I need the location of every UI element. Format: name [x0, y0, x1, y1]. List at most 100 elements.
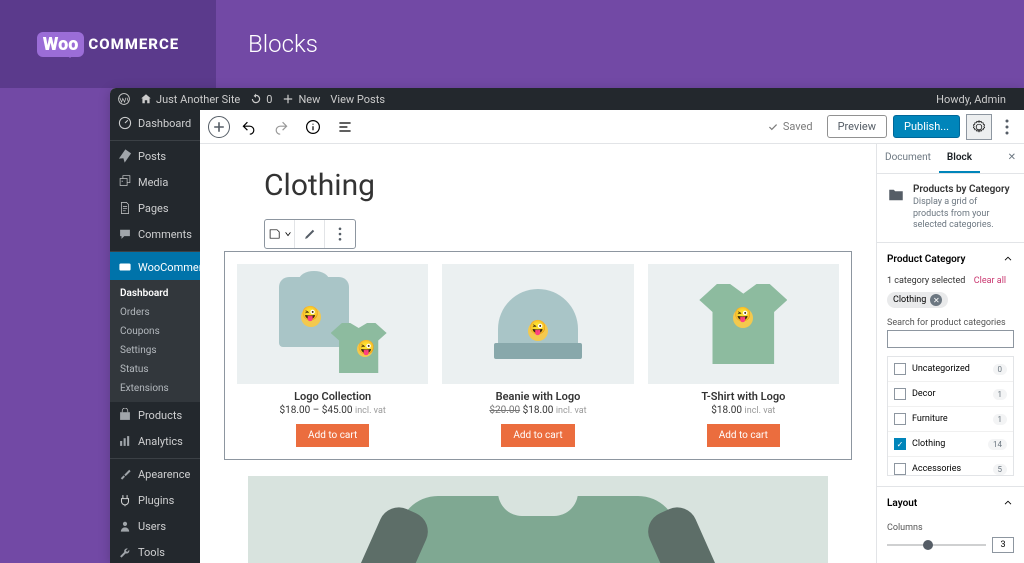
category-search-input[interactable] [887, 330, 1014, 348]
saved-status: Saved [767, 120, 813, 133]
banner-title: Blocks [216, 30, 318, 58]
checkbox[interactable] [894, 438, 906, 450]
publish-button[interactable]: Publish... [893, 115, 960, 138]
sidebar-item-tools[interactable]: Tools [110, 539, 200, 563]
folder-icon [887, 186, 905, 204]
checkbox[interactable] [894, 413, 906, 425]
editor: Saved Preview Publish... Clothing [200, 110, 1024, 563]
sidebar-label: Posts [138, 150, 166, 163]
sidebar-item-appearance[interactable]: Apearence [110, 458, 200, 487]
product-image [648, 264, 839, 384]
woo-commerce-text: COMMERCE [88, 35, 179, 53]
undo-button[interactable] [236, 114, 262, 140]
app-body: Dashboard Posts Media Pages Comments Woo… [110, 110, 1024, 563]
selected-chip: Clothing✕ [887, 292, 948, 308]
category-item[interactable]: Decor1 [888, 382, 1013, 407]
sub-item-settings[interactable]: Settings [110, 341, 200, 360]
sidebar-item-comments[interactable]: Comments [110, 221, 200, 247]
howdy-link[interactable]: Howdy, Admin [936, 93, 1006, 106]
sidebar-item-users[interactable]: Users [110, 513, 200, 539]
new-link[interactable]: New [282, 93, 320, 106]
admin-bar: Just Another Site 0 New View Posts Howdy… [110, 88, 1024, 110]
sidebar-item-dashboard[interactable]: Dashboard [110, 110, 200, 136]
columns-label: Columns [887, 523, 1014, 533]
selected-count: 1 category selected [887, 276, 965, 286]
category-item[interactable]: Furniture1 [888, 407, 1013, 432]
columns-slider[interactable] [887, 544, 986, 546]
category-count: 0 [993, 364, 1008, 375]
checkbox[interactable] [894, 388, 906, 400]
sidebar-item-pages[interactable]: Pages [110, 195, 200, 221]
sidebar-label: Plugins [138, 494, 174, 507]
products-grid: Logo Collection $18.00 – $45.00 incl. va… [237, 264, 839, 447]
sidebar-label: Tools [138, 546, 165, 559]
new-text: New [298, 93, 320, 106]
wp-logo-icon[interactable] [118, 93, 130, 105]
sidebar-item-plugins[interactable]: Plugins [110, 487, 200, 513]
category-label: Accessories [912, 464, 961, 474]
inserter-button[interactable] [208, 116, 230, 138]
section-title: Layout [887, 498, 917, 509]
block-info-title: Products by Category [913, 184, 1014, 195]
chip-remove-button[interactable]: ✕ [930, 294, 942, 306]
sidebar-item-media[interactable]: Media [110, 169, 200, 195]
info-button[interactable] [300, 114, 326, 140]
block-info: Products by Category Display a grid of p… [877, 174, 1024, 243]
category-count: 5 [993, 464, 1008, 475]
woo-bubble: Woo [37, 32, 85, 57]
product-title: Beanie with Logo [442, 390, 633, 403]
block-type-button[interactable] [265, 220, 295, 248]
add-to-cart-button[interactable]: Add to cart [501, 424, 574, 447]
site-name-link[interactable]: Just Another Site [140, 93, 240, 106]
tab-document[interactable]: Document [877, 144, 939, 173]
tab-block[interactable]: Block [939, 144, 980, 173]
columns-value[interactable]: 3 [992, 537, 1014, 553]
outline-button[interactable] [332, 114, 358, 140]
add-to-cart-button[interactable]: Add to cart [296, 424, 369, 447]
category-item[interactable]: Accessories 5 [888, 457, 1013, 476]
saved-text: Saved [783, 120, 813, 133]
page-title[interactable]: Clothing [264, 168, 812, 203]
sub-item-status[interactable]: Status [110, 360, 200, 379]
add-to-cart-button[interactable]: Add to cart [707, 424, 780, 447]
category-count: 1 [993, 389, 1008, 400]
redo-button[interactable] [268, 114, 294, 140]
category-count: 14 [988, 439, 1007, 450]
updates-count: 0 [266, 93, 272, 106]
sub-item-orders[interactable]: Orders [110, 303, 200, 322]
product-card: T-Shirt with Logo $18.00 incl. vat Add t… [648, 264, 839, 447]
section-head-category[interactable]: Product Category [877, 243, 1024, 275]
more-options-button[interactable] [998, 114, 1016, 140]
settings-toggle-button[interactable] [966, 114, 992, 140]
site-name-text: Just Another Site [156, 93, 240, 106]
preview-button[interactable]: Preview [827, 115, 887, 138]
editor-canvas[interactable]: Clothing [200, 144, 876, 563]
sidebar-item-products[interactable]: Products [110, 402, 200, 428]
category-item[interactable]: Uncategorized0 [888, 357, 1013, 382]
checkbox[interactable] [894, 463, 906, 475]
sidebar-label: Media [138, 176, 168, 189]
product-card: Beanie with Logo $20.00 $18.00 incl. vat… [442, 264, 633, 447]
sidebar-item-woocommerce[interactable]: WooCommerce [110, 251, 200, 280]
category-list[interactable]: Uncategorized0 Decor1 Furniture1 Clothin… [887, 356, 1014, 476]
product-price: $18.00 – $45.00 incl. vat [237, 405, 428, 416]
sidebar-label: Analytics [138, 435, 183, 448]
sidebar-item-analytics[interactable]: Analytics [110, 428, 200, 454]
page-banner: Woo COMMERCE Blocks [0, 0, 1024, 88]
sidebar-item-posts[interactable]: Posts [110, 140, 200, 169]
clear-all-link[interactable]: Clear all [974, 276, 1006, 286]
section-head-layout[interactable]: Layout [877, 487, 1024, 519]
block-more-button[interactable] [325, 220, 355, 248]
category-count: 1 [993, 414, 1008, 425]
view-posts-link[interactable]: View Posts [330, 93, 385, 106]
sub-item-coupons[interactable]: Coupons [110, 322, 200, 341]
products-block[interactable]: Logo Collection $18.00 – $45.00 incl. va… [224, 251, 852, 460]
sub-item-dashboard[interactable]: Dashboard [110, 284, 200, 303]
sidebar-label: Comments [138, 228, 192, 241]
checkbox[interactable] [894, 363, 906, 375]
updates-link[interactable]: 0 [250, 93, 272, 106]
close-inspector-button[interactable]: ✕ [1000, 144, 1024, 173]
edit-button[interactable] [295, 220, 325, 248]
category-item[interactable]: Clothing14 [888, 432, 1013, 457]
sub-item-extensions[interactable]: Extensions [110, 379, 200, 398]
